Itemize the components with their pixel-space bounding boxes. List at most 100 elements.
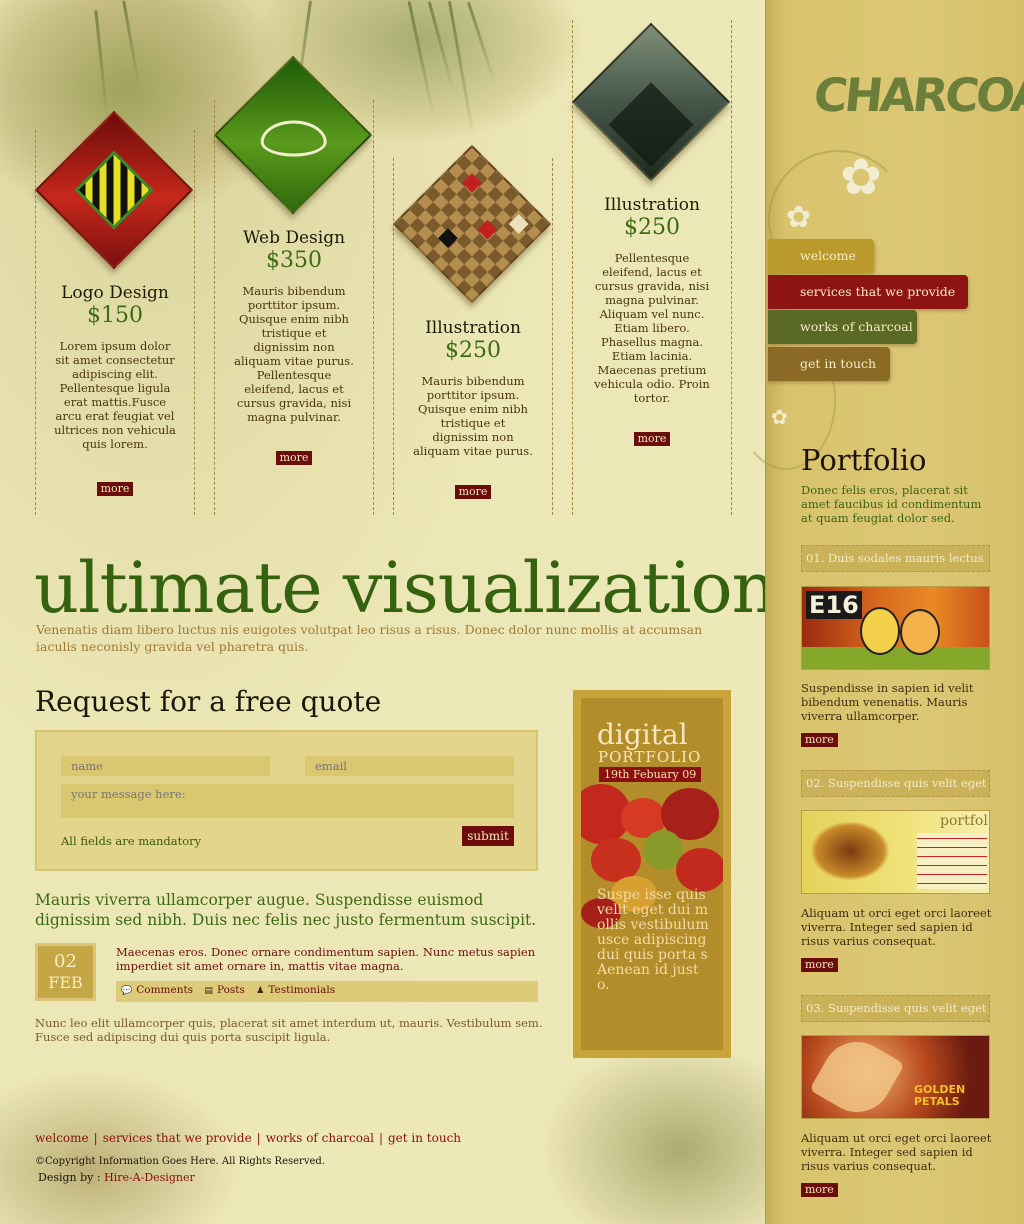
service-price: $250 (445, 338, 501, 363)
email-field[interactable] (305, 756, 514, 776)
posts-link[interactable]: Posts (217, 984, 245, 996)
service-illustration: Illustration $250 Mauris bibendum portti… (393, 318, 553, 499)
service-price: $250 (624, 215, 680, 240)
dark-shape (608, 82, 694, 168)
portfolio-thumbnail[interactable]: E16 (801, 586, 990, 670)
news-text: Maecenas eros. Donec ornare condimentum … (116, 945, 536, 973)
footer-link-contact[interactable]: get in touch (388, 1131, 461, 1145)
more-button[interactable]: more (801, 1183, 838, 1197)
service-title: Illustration (604, 195, 700, 215)
more-button[interactable]: more (801, 733, 838, 747)
service-web-design: Web Design $350 Mauris bibendum porttito… (214, 228, 374, 465)
portfolio-thumbnail[interactable]: GOLDEN PETALS (801, 1035, 990, 1119)
footer-link-welcome[interactable]: welcome (35, 1131, 89, 1145)
nav-label: welcome (800, 248, 856, 263)
service-title: Logo Design (61, 283, 169, 303)
pattern-triangle (438, 228, 458, 249)
page-subheading: Venenatis diam libero luctus nis euigote… (36, 622, 703, 654)
service-title: Illustration (425, 318, 521, 338)
portfolio-description: Donec felis eros, placerat sit amet fauc… (801, 483, 982, 525)
separator: | (378, 1131, 383, 1145)
comment-icon: 💬 (121, 986, 133, 996)
striped-square-icon (74, 150, 154, 230)
illustration-tile (392, 144, 552, 304)
leaf-icon (260, 120, 327, 157)
nav-services[interactable]: services that we provide (768, 275, 968, 309)
flower-icon: ✿ (771, 405, 788, 429)
news-lead: Mauris viverra ullamcorper augue. Suspen… (35, 891, 537, 929)
more-button[interactable]: more (275, 451, 313, 465)
service-title: Web Design (242, 228, 346, 248)
portfolio-title: Portfolio (801, 443, 927, 477)
message-field[interactable] (61, 784, 514, 818)
grunge-texture (540, 1040, 765, 1224)
posts-icon: ▤ (204, 986, 213, 996)
portfolio-item-heading[interactable]: 02. Suspendisse quis velit eget (801, 770, 990, 797)
thumb-text-lines (917, 833, 987, 889)
portfolio-item-text: Suspendisse in sapien id velit bibendum … (801, 681, 974, 723)
quote-form-title: Request for a free quote (35, 685, 382, 718)
digital-portfolio-card[interactable]: digital PORTFOLIO 19th Febuary 09 Suspe … (573, 690, 731, 1058)
nav-contact[interactable]: get in touch (768, 347, 890, 381)
service-description: Mauris bibendum porttitor ipsum. Quisque… (413, 374, 533, 458)
nav-welcome[interactable]: welcome (768, 239, 874, 273)
pattern-triangle (508, 214, 529, 234)
more-button[interactable]: more (801, 958, 838, 972)
portfolio-item-text: Aliquam ut orci eget orci laoreet viverr… (801, 906, 992, 948)
quote-form: All fields are mandatory submit (35, 730, 538, 871)
date-month: FEB (48, 973, 83, 992)
thumb-label: portfol (940, 813, 988, 829)
service-logo-design: Logo Design $150 Lorem ipsum dolor sit a… (35, 283, 195, 496)
nav-label: services that we provide (800, 284, 956, 299)
separator: | (93, 1131, 98, 1145)
pattern-triangle (462, 173, 482, 193)
comments-link[interactable]: Comments (136, 984, 193, 996)
flower-icon: ✿ (786, 200, 812, 235)
digital-portfolio-word1: digital (597, 718, 688, 751)
service-description: Lorem ipsum dolor sit amet consectetur a… (54, 339, 176, 451)
user-icon: ♟ (256, 986, 265, 996)
footer-nav: welcome | services that we provide | works o… (35, 1131, 461, 1145)
thumb-label: E16 (806, 591, 862, 619)
paint-blot (676, 848, 723, 892)
nav-label: get in touch (800, 356, 877, 371)
name-field[interactable] (61, 756, 270, 776)
digital-portfolio-inner: digital PORTFOLIO 19th Febuary 09 Suspe … (581, 698, 723, 1050)
date-day: 02 (54, 951, 77, 972)
portfolio-item-heading[interactable]: 01. Duis sodales mauris lectus (801, 545, 990, 572)
more-button[interactable]: more (633, 432, 671, 446)
footer-link-works[interactable]: works of charcoal (266, 1131, 374, 1145)
service-illustration-2: Illustration $250 Pellentesque eleifend,… (572, 195, 732, 446)
portfolio-thumbnail[interactable]: portfol (801, 810, 990, 894)
more-button[interactable]: more (454, 485, 492, 499)
more-button[interactable]: more (96, 482, 134, 496)
grunge-texture (0, 1070, 240, 1224)
mandatory-note: All fields are mandatory (61, 834, 202, 848)
service-price: $150 (87, 303, 143, 328)
thumb-petal (809, 1036, 905, 1118)
copyright: ©Copyright Information Goes Here. All Ri… (35, 1156, 325, 1167)
designer-link[interactable]: Hire-A-Designer (104, 1171, 195, 1184)
sidebar: ✿ ✿ ✿ CHARCOAL welcome services that we … (736, 0, 1024, 1224)
main-content: Logo Design $150 Lorem ipsum dolor sit a… (0, 0, 765, 1224)
charcoal-logo[interactable]: CHARCOAL (811, 68, 1024, 122)
digital-portfolio-word2: PORTFOLIO (598, 748, 702, 766)
footer-link-services[interactable]: services that we provide (103, 1131, 252, 1145)
design-credit: Design by : Hire-A-Designer (38, 1171, 195, 1184)
submit-button[interactable]: submit (462, 826, 514, 846)
date-badge: 02 FEB (35, 943, 96, 1001)
portfolio-item-text: Aliquam ut orci eget orci laoreet viverr… (801, 1131, 992, 1173)
testimonials-link[interactable]: Testimonials (268, 984, 335, 996)
design-credit-label: Design by : (38, 1171, 101, 1184)
thumb-label: GOLDEN PETALS (914, 1083, 966, 1108)
nav-label: works of charcoal (800, 319, 913, 334)
service-description: Pellentesque eleifend, lacus et cursus g… (594, 251, 710, 405)
thumb-character (900, 609, 940, 655)
portfolio-item-heading[interactable]: 03. Suspendisse quis velit eget (801, 995, 990, 1022)
pattern-triangle (477, 219, 498, 240)
thumb-character (860, 607, 900, 655)
nav-works[interactable]: works of charcoal (768, 310, 917, 344)
separator: | (256, 1131, 261, 1145)
service-description: Mauris bibendum porttitor ipsum. Quisque… (234, 284, 354, 424)
thumb-splash (810, 821, 890, 881)
